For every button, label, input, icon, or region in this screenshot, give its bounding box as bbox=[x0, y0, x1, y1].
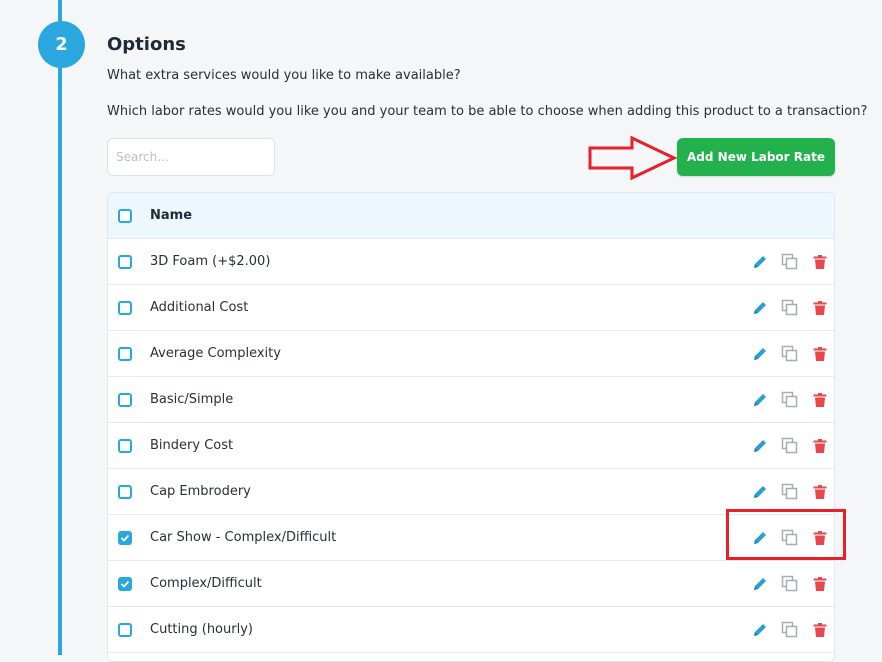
delete-trash-icon[interactable] bbox=[811, 621, 828, 638]
row-actions bbox=[751, 437, 828, 454]
edit-pencil-icon[interactable] bbox=[751, 437, 768, 454]
table-header: Name bbox=[108, 193, 834, 239]
row-actions bbox=[751, 621, 828, 638]
table-row: Additional Cost bbox=[108, 285, 834, 331]
duplicate-copy-icon[interactable] bbox=[781, 621, 798, 638]
row-name: Bindery Cost bbox=[150, 438, 234, 453]
section-title: Options bbox=[107, 34, 186, 55]
duplicate-copy-icon[interactable] bbox=[781, 299, 798, 316]
delete-trash-icon[interactable] bbox=[811, 299, 828, 316]
delete-trash-icon[interactable] bbox=[811, 575, 828, 592]
highlight-annotation-box bbox=[726, 509, 846, 560]
table-row: Average Complexity bbox=[108, 331, 834, 377]
row-checkbox[interactable] bbox=[118, 576, 132, 591]
row-checkbox[interactable] bbox=[118, 622, 132, 637]
edit-pencil-icon[interactable] bbox=[751, 575, 768, 592]
row-name: Additional Cost bbox=[150, 300, 249, 315]
table-row: Bindery Cost bbox=[108, 423, 834, 469]
table-row: 3D Foam (+$2.00) bbox=[108, 239, 834, 285]
edit-pencil-icon[interactable] bbox=[751, 253, 768, 270]
row-actions bbox=[751, 299, 828, 316]
row-checkbox[interactable] bbox=[118, 300, 132, 315]
edit-pencil-icon[interactable] bbox=[751, 391, 768, 408]
row-checkbox[interactable] bbox=[118, 392, 132, 407]
duplicate-copy-icon[interactable] bbox=[781, 391, 798, 408]
row-name: Car Show - Complex/Difficult bbox=[150, 530, 337, 545]
row-name: Basic/Simple bbox=[150, 392, 234, 407]
row-actions bbox=[751, 345, 828, 362]
edit-pencil-icon[interactable] bbox=[751, 345, 768, 362]
timeline-line bbox=[58, 0, 62, 655]
edit-pencil-icon[interactable] bbox=[751, 621, 768, 638]
labor-rates-table: Name 3D Foam (+$2.00) Additional Cost Aver… bbox=[107, 192, 835, 662]
row-name: Cap Embrodery bbox=[150, 484, 251, 499]
row-actions bbox=[751, 253, 828, 270]
table-body: 3D Foam (+$2.00) Additional Cost Average C… bbox=[108, 239, 834, 653]
row-checkbox[interactable] bbox=[118, 346, 132, 361]
row-checkbox[interactable] bbox=[118, 254, 132, 269]
delete-trash-icon[interactable] bbox=[811, 391, 828, 408]
row-checkbox[interactable] bbox=[118, 484, 132, 499]
delete-trash-icon[interactable] bbox=[811, 483, 828, 500]
table-row: Basic/Simple bbox=[108, 377, 834, 423]
row-actions bbox=[751, 483, 828, 500]
edit-pencil-icon[interactable] bbox=[751, 299, 768, 316]
edit-pencil-icon[interactable] bbox=[751, 483, 768, 500]
duplicate-copy-icon[interactable] bbox=[781, 345, 798, 362]
step-number: 2 bbox=[55, 34, 68, 55]
step-number-badge: 2 bbox=[38, 21, 85, 68]
name-column-header: Name bbox=[150, 208, 193, 223]
duplicate-copy-icon[interactable] bbox=[781, 253, 798, 270]
add-new-labor-rate-button[interactable]: Add New Labor Rate bbox=[677, 138, 835, 176]
delete-trash-icon[interactable] bbox=[811, 437, 828, 454]
duplicate-copy-icon[interactable] bbox=[781, 437, 798, 454]
duplicate-copy-icon[interactable] bbox=[781, 575, 798, 592]
row-name: Complex/Difficult bbox=[150, 576, 262, 591]
search-input[interactable] bbox=[107, 138, 275, 176]
select-all-checkbox[interactable] bbox=[118, 208, 132, 223]
duplicate-copy-icon[interactable] bbox=[781, 483, 798, 500]
section-subtitle: What extra services would you like to ma… bbox=[107, 68, 461, 83]
row-name: 3D Foam (+$2.00) bbox=[150, 254, 271, 269]
delete-trash-icon[interactable] bbox=[811, 253, 828, 270]
row-actions bbox=[751, 391, 828, 408]
table-row: Cutting (hourly) bbox=[108, 607, 834, 653]
labor-rates-question: Which labor rates would you like you and… bbox=[107, 104, 868, 119]
row-checkbox[interactable] bbox=[118, 438, 132, 453]
table-row: Complex/Difficult bbox=[108, 561, 834, 607]
row-actions bbox=[751, 575, 828, 592]
row-name: Average Complexity bbox=[150, 346, 281, 361]
row-name: Cutting (hourly) bbox=[150, 622, 253, 637]
arrow-annotation-icon bbox=[588, 135, 678, 181]
delete-trash-icon[interactable] bbox=[811, 345, 828, 362]
row-checkbox[interactable] bbox=[118, 530, 132, 545]
